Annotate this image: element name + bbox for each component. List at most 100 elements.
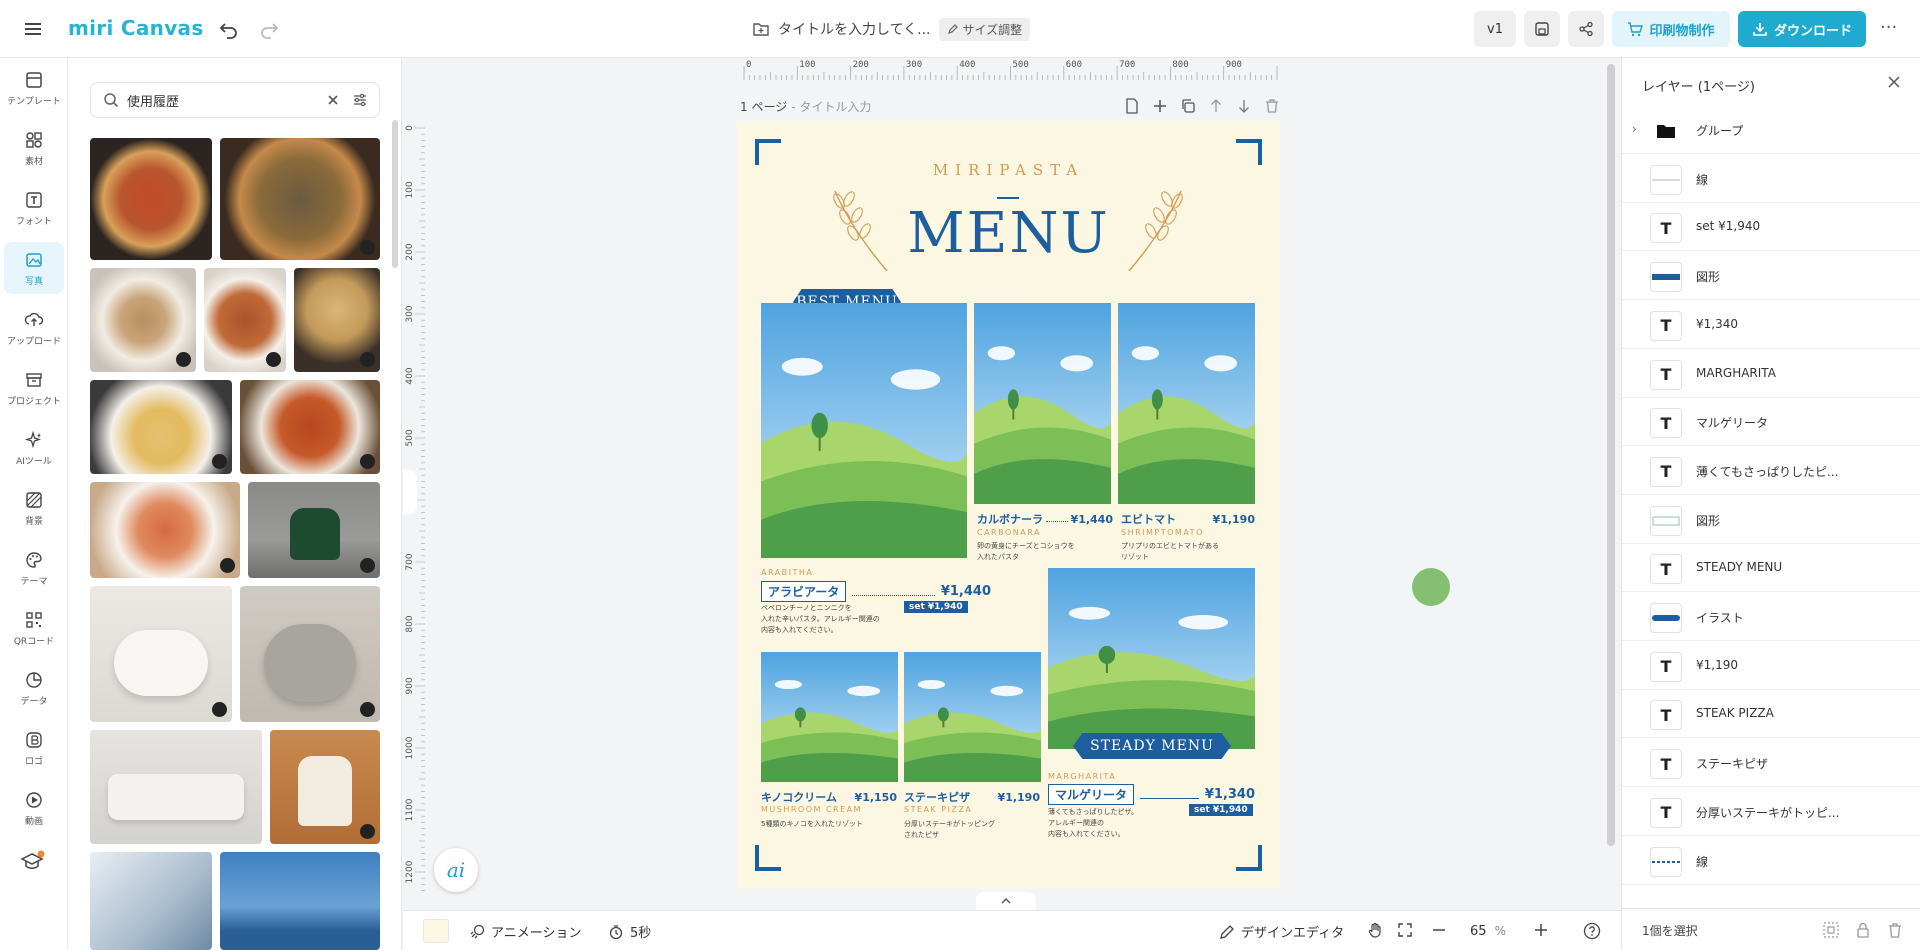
page-title[interactable]: - タイトル入力 bbox=[791, 98, 871, 115]
layer-row[interactable]: T STEAK PIZZA bbox=[1622, 690, 1920, 739]
rail-item-template[interactable]: テンプレート bbox=[4, 62, 64, 114]
layer-row[interactable]: 図形 bbox=[1622, 496, 1920, 544]
layer-row[interactable]: T MARGHARITA bbox=[1622, 350, 1920, 398]
photo-thumb[interactable] bbox=[90, 586, 232, 722]
photo-thumb[interactable] bbox=[220, 138, 380, 260]
zoom-in-icon[interactable] bbox=[1533, 922, 1549, 938]
zoom-input[interactable]: 65 % bbox=[1458, 919, 1518, 943]
placeholder-image[interactable] bbox=[1118, 303, 1255, 504]
rail-item-project[interactable]: プロジェクト bbox=[4, 362, 64, 414]
layer-row[interactable]: 図形 bbox=[1622, 252, 1920, 301]
menu-icon[interactable] bbox=[22, 18, 44, 40]
rail-item-data[interactable]: データ bbox=[4, 662, 64, 714]
photo-thumb[interactable] bbox=[294, 268, 380, 372]
rail-item-font[interactable]: フォント bbox=[4, 182, 64, 234]
layer-row[interactable]: T ¥1,340 bbox=[1622, 301, 1920, 349]
panel-scrollbar[interactable] bbox=[392, 120, 398, 268]
layer-row[interactable]: T マルゲリータ bbox=[1622, 398, 1920, 447]
page-note-icon[interactable] bbox=[1124, 98, 1140, 114]
redo-icon[interactable] bbox=[258, 18, 280, 40]
page-list-toggle[interactable] bbox=[976, 892, 1036, 910]
duration-button[interactable]: 5秒 bbox=[608, 922, 651, 941]
help-icon[interactable] bbox=[1583, 922, 1601, 940]
layer-row[interactable]: T 分厚いステーキがトッピ... bbox=[1622, 788, 1920, 836]
photo-thumb[interactable] bbox=[90, 268, 196, 372]
chevron-right-icon[interactable]: › bbox=[1632, 122, 1637, 136]
undo-icon[interactable] bbox=[218, 18, 240, 40]
placeholder-image[interactable] bbox=[761, 303, 967, 558]
photo-thumb[interactable] bbox=[240, 586, 380, 722]
group-select-icon[interactable] bbox=[1822, 921, 1840, 939]
rail-item-logo[interactable]: ロゴ bbox=[4, 722, 64, 774]
resize-button[interactable]: サイズ調整 bbox=[938, 17, 1031, 41]
arabitha-item[interactable]: アラビアータ ¥1,440 bbox=[761, 581, 991, 602]
rail-item-ai-tools[interactable]: AIツール bbox=[4, 422, 64, 474]
photo-thumb[interactable] bbox=[204, 268, 286, 372]
move-down-icon[interactable] bbox=[1236, 98, 1252, 114]
layer-row[interactable]: 線 bbox=[1622, 837, 1920, 885]
layer-row[interactable]: › グループ bbox=[1622, 106, 1920, 154]
layer-row[interactable]: T ステーキピザ bbox=[1622, 739, 1920, 788]
more-options-icon[interactable]: ··· bbox=[1880, 17, 1897, 38]
document-title[interactable]: タイトルを入力してく... bbox=[778, 19, 931, 39]
animation-button[interactable]: アニメーション bbox=[469, 922, 581, 941]
panel-toggle-handle[interactable] bbox=[403, 470, 417, 514]
rail-item-qr[interactable]: QRコード bbox=[4, 602, 64, 654]
rail-item-theme[interactable]: テーマ bbox=[4, 542, 64, 594]
duplicate-page-icon[interactable] bbox=[1180, 98, 1196, 114]
add-page-icon[interactable] bbox=[1152, 98, 1168, 114]
canvas-scrollbar[interactable] bbox=[1607, 64, 1615, 846]
share-icon[interactable] bbox=[1568, 11, 1604, 47]
layer-row[interactable]: 線 bbox=[1622, 155, 1920, 203]
photo-thumb[interactable] bbox=[270, 730, 380, 844]
rail-item-photo[interactable]: 写真 bbox=[4, 242, 64, 294]
margharita-item[interactable]: マルゲリータ ¥1,340 bbox=[1048, 784, 1255, 805]
layer-row[interactable]: T ¥1,190 bbox=[1622, 642, 1920, 690]
search-input[interactable]: 使用履歴 bbox=[127, 91, 327, 110]
photo-thumb[interactable] bbox=[220, 852, 380, 950]
rail-item-background[interactable]: 背景 bbox=[4, 482, 64, 534]
folder-icon[interactable] bbox=[752, 20, 770, 38]
steak-item[interactable]: ステーキピザ ¥1,190 bbox=[904, 789, 1040, 805]
carbonara-item[interactable]: カルボナーラ ¥1,440 bbox=[977, 511, 1113, 527]
clear-icon[interactable] bbox=[327, 94, 339, 106]
zoom-out-icon[interactable] bbox=[1431, 922, 1447, 938]
learning-icon[interactable] bbox=[20, 850, 46, 874]
fit-screen-icon[interactable] bbox=[1397, 922, 1413, 938]
layer-row[interactable]: T STEADY MENU bbox=[1622, 544, 1920, 593]
rail-item-elements[interactable]: 素材 bbox=[4, 122, 64, 174]
download-button[interactable]: ダウンロード bbox=[1738, 11, 1866, 47]
search-bar[interactable]: 使用履歴 bbox=[90, 82, 380, 118]
photo-thumb[interactable] bbox=[90, 138, 212, 260]
close-icon[interactable] bbox=[1886, 74, 1902, 90]
photo-thumb[interactable] bbox=[90, 380, 232, 474]
app-logo[interactable]: miri Canvas bbox=[68, 16, 204, 40]
photo-thumb[interactable] bbox=[90, 482, 240, 578]
layer-row[interactable]: Tset ¥1,940 bbox=[1622, 203, 1920, 252]
ai-assistant-button[interactable]: ai bbox=[434, 848, 478, 892]
move-up-icon[interactable] bbox=[1208, 98, 1224, 114]
placeholder-image[interactable] bbox=[974, 303, 1111, 504]
delete-page-icon[interactable] bbox=[1264, 98, 1280, 114]
photo-thumb[interactable] bbox=[90, 852, 212, 950]
placeholder-image[interactable] bbox=[1048, 568, 1255, 749]
hand-tool-icon[interactable] bbox=[1367, 922, 1383, 938]
kinoko-item[interactable]: キノコクリーム ¥1,150 bbox=[761, 789, 897, 805]
layer-row[interactable]: T 薄くてもさっぱりしたピ... bbox=[1622, 447, 1920, 495]
photo-thumb[interactable] bbox=[248, 482, 380, 578]
placeholder-image[interactable] bbox=[761, 652, 898, 782]
placeholder-image[interactable] bbox=[904, 652, 1041, 782]
rail-item-video[interactable]: 動画 bbox=[4, 782, 64, 834]
layer-row[interactable]: イラスト bbox=[1622, 593, 1920, 641]
trash-icon[interactable] bbox=[1886, 921, 1904, 939]
photo-thumb[interactable] bbox=[90, 730, 262, 844]
filter-icon[interactable] bbox=[353, 93, 367, 107]
design-page[interactable]: MIRIPASTA MENU BEST MENU カルボナーラ ¥1,440 C… bbox=[737, 121, 1280, 889]
save-icon[interactable] bbox=[1524, 11, 1560, 47]
lock-icon[interactable] bbox=[1854, 921, 1872, 939]
design-editor-button[interactable]: デザインエディタ bbox=[1219, 922, 1344, 941]
version-button[interactable]: v1 bbox=[1474, 11, 1516, 47]
rail-item-upload[interactable]: アップロード bbox=[4, 302, 64, 354]
background-color-swatch[interactable] bbox=[423, 919, 449, 943]
photo-thumb[interactable] bbox=[240, 380, 380, 474]
